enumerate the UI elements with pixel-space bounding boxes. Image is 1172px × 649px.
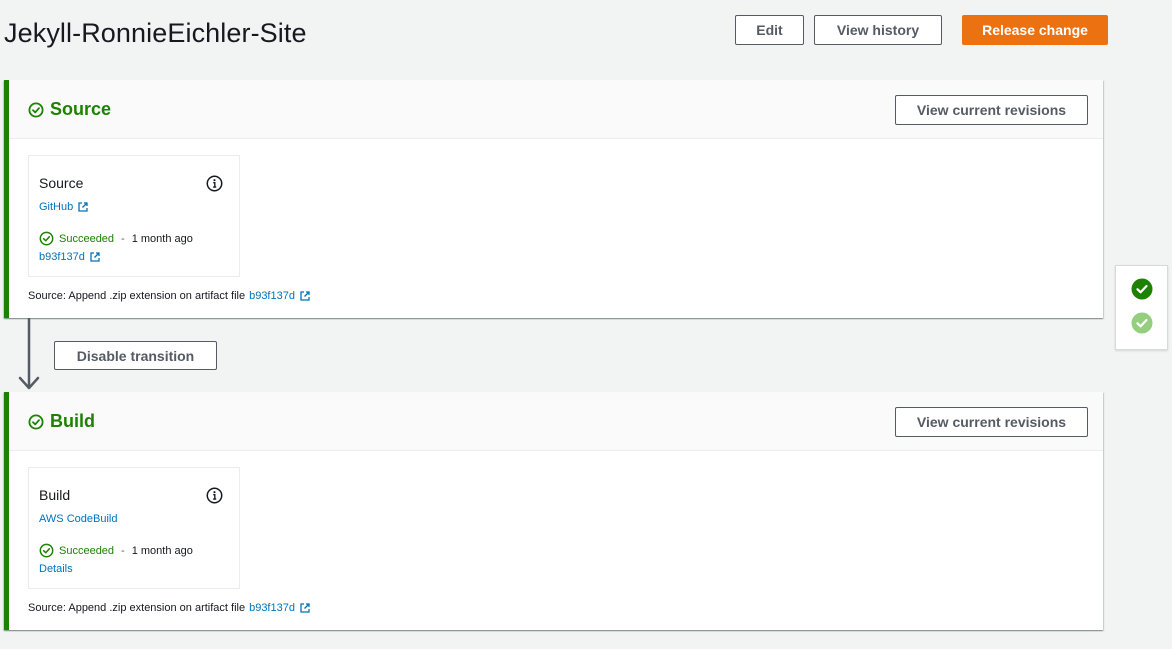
details-link[interactable]: Details: [39, 563, 73, 575]
footer-label: Source: Append .zip extension on artifac…: [28, 290, 246, 302]
action-card: Source GitHub Succeeded - 1 month ago b9…: [28, 155, 240, 277]
status-separator: -: [121, 544, 125, 557]
action-name: Build: [39, 487, 71, 503]
stage-header: Source View current revisions: [9, 80, 1103, 139]
stage-header: Build View current revisions: [9, 392, 1103, 451]
action-name: Source: [39, 175, 84, 191]
edit-button[interactable]: Edit: [735, 15, 804, 45]
details-link-text: Details: [39, 563, 73, 575]
view-current-revisions-button[interactable]: View current revisions: [895, 407, 1088, 437]
check-circle-icon: [28, 414, 44, 429]
external-link-icon: [78, 202, 88, 212]
check-circle-icon: [39, 543, 54, 558]
provider-link-text: AWS CodeBuild: [39, 513, 118, 525]
page-title: Jekyll-RonnieEichler-Site: [4, 18, 307, 48]
action-card: Build AWS CodeBuild Succeeded - 1 month …: [28, 467, 240, 589]
stage-title: Build: [28, 411, 95, 432]
stage-name-text: Source: [50, 99, 112, 119]
status-separator: -: [121, 232, 125, 245]
stage-footer: Source: Append .zip extension on artifac…: [28, 290, 310, 302]
stage-build: Build View current revisions Build AWS C…: [4, 392, 1103, 630]
commit-link[interactable]: b93f137d: [39, 251, 100, 263]
footer-label: Source: Append .zip extension on artifac…: [28, 602, 246, 614]
footer-commit-link-text: b93f137d: [249, 290, 295, 302]
footer-commit-link[interactable]: b93f137d: [249, 602, 310, 614]
check-circle-light-icon[interactable]: [1131, 312, 1153, 334]
stage-navigator-panel: [1115, 265, 1168, 350]
check-circle-icon: [39, 231, 54, 246]
transition-arrow-icon: [18, 318, 40, 390]
commit-link-text: b93f137d: [39, 251, 85, 263]
provider-link[interactable]: GitHub: [39, 201, 88, 213]
stage-title: Source: [28, 99, 111, 120]
footer-commit-link-text: b93f137d: [249, 602, 295, 614]
status-time: 1 month ago: [131, 544, 193, 557]
info-icon[interactable]: [206, 487, 223, 504]
status-text: Succeeded: [59, 232, 115, 245]
check-circle-icon: [28, 102, 44, 117]
status-row: Succeeded - 1 month ago: [39, 231, 193, 246]
view-current-revisions-button[interactable]: View current revisions: [895, 95, 1088, 125]
status-text: Succeeded: [59, 544, 115, 557]
external-link-icon: [300, 291, 310, 301]
external-link-icon: [300, 603, 310, 613]
external-link-icon: [90, 252, 100, 262]
disable-transition-button[interactable]: Disable transition: [54, 341, 217, 370]
view-history-button[interactable]: View history: [814, 15, 942, 45]
status-row: Succeeded - 1 month ago: [39, 543, 193, 558]
provider-link-text: GitHub: [39, 201, 74, 213]
footer-commit-link[interactable]: b93f137d: [249, 290, 310, 302]
stage-source: Source View current revisions Source Git…: [4, 80, 1103, 318]
status-time: 1 month ago: [131, 232, 193, 245]
release-change-button[interactable]: Release change: [962, 15, 1108, 45]
check-circle-filled-icon[interactable]: [1131, 278, 1153, 300]
info-icon[interactable]: [206, 175, 223, 192]
provider-link[interactable]: AWS CodeBuild: [39, 513, 117, 525]
stage-footer: Source: Append .zip extension on artifac…: [28, 602, 310, 614]
stage-name-text: Build: [50, 411, 95, 431]
